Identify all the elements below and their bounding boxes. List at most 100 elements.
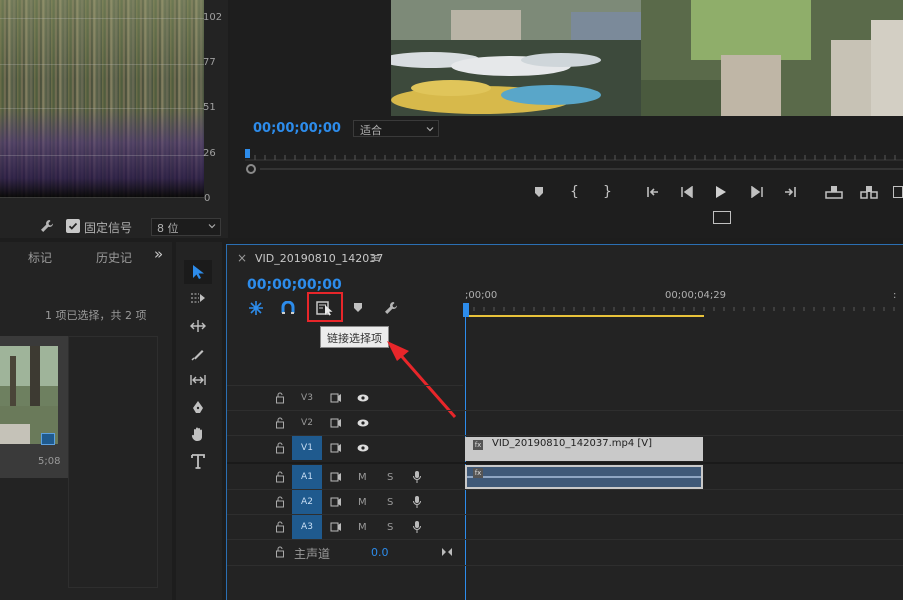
track-select-tool[interactable] [184, 286, 212, 310]
lock-icon[interactable] [275, 386, 285, 410]
sync-lock-icon[interactable] [330, 386, 342, 410]
mark-in-icon[interactable]: { [570, 184, 579, 200]
zoom-bar[interactable] [260, 168, 903, 170]
eye-icon[interactable] [357, 436, 369, 460]
tools-panel [176, 242, 222, 600]
track-header-v3[interactable]: V3 [227, 386, 463, 410]
timeline-ruler[interactable] [464, 303, 903, 317]
zoom-handle[interactable] [246, 164, 256, 174]
scope-toolbar: 固定信号 8 位 [0, 214, 228, 238]
ripple-edit-tool[interactable] [184, 314, 212, 338]
track-label: A2 [292, 490, 322, 514]
microphone-icon[interactable] [412, 515, 422, 539]
wrench-icon[interactable] [384, 301, 398, 315]
mute-button[interactable]: M [358, 515, 367, 539]
sequence-tab-title[interactable]: VID_20190810_142037 [255, 252, 383, 265]
eye-icon[interactable] [357, 411, 369, 435]
add-marker-icon[interactable] [533, 185, 545, 199]
mute-button[interactable]: M [358, 465, 367, 489]
selection-status: 1 项已选择，共 2 项 [45, 309, 147, 322]
clip-duration: 5;08 [38, 456, 61, 467]
master-track-header[interactable]: 主声道 0.0 [227, 540, 463, 564]
fixed-signal-label: 固定信号 [84, 221, 133, 235]
selection-tool[interactable] [184, 260, 212, 284]
lock-icon[interactable] [275, 411, 285, 435]
fixed-signal-checkbox[interactable] [66, 219, 80, 233]
solo-button[interactable]: S [387, 515, 393, 539]
ruler-end-label: : [893, 290, 897, 301]
close-sequence-icon[interactable]: × [237, 251, 247, 265]
timeline-timecode[interactable]: 00;00;00;00 [247, 277, 342, 293]
pen-tool[interactable] [184, 396, 212, 420]
program-timecode[interactable]: 00;00;00;00 [253, 121, 341, 136]
linked-selection-icon[interactable] [316, 300, 334, 316]
go-to-out-icon[interactable] [783, 186, 797, 198]
microphone-icon[interactable] [412, 490, 422, 514]
solo-button[interactable]: S [387, 490, 393, 514]
program-time-ruler[interactable] [245, 148, 903, 162]
track-label: V2 [301, 418, 313, 428]
track-header-v2[interactable]: V2 [227, 411, 463, 435]
lock-icon[interactable] [275, 465, 285, 489]
magnet-icon[interactable] [281, 301, 295, 315]
play-icon[interactable] [715, 185, 727, 199]
extract-icon[interactable] [860, 185, 878, 199]
track-header-a1[interactable]: A1 M S [227, 465, 463, 489]
safe-margins-icon[interactable] [713, 211, 731, 224]
panel-more-icon[interactable]: » [154, 245, 163, 263]
eye-icon[interactable] [357, 386, 369, 410]
mark-out-icon[interactable]: } [603, 184, 612, 200]
export-frame-icon[interactable] [893, 186, 903, 198]
master-collapse-icon[interactable] [441, 540, 453, 564]
sync-lock-icon[interactable] [330, 411, 342, 435]
lock-icon[interactable] [275, 436, 285, 460]
tab-markers[interactable]: 标记 [28, 249, 52, 266]
type-tool[interactable] [184, 449, 212, 473]
sequence-menu-icon[interactable]: ≡ [370, 251, 381, 266]
track-label: V3 [301, 393, 313, 403]
sequence-badge-icon [41, 433, 55, 445]
go-to-in-icon[interactable] [646, 186, 660, 198]
tooltip-text: 链接选择项 [327, 332, 382, 345]
track-header-a2[interactable]: A2 M S [227, 490, 463, 514]
lock-icon[interactable] [275, 490, 285, 514]
sync-lock-icon[interactable] [330, 436, 342, 460]
scope-tick: 102 [203, 12, 223, 23]
snap-icon[interactable] [248, 300, 264, 316]
slip-tool[interactable] [184, 368, 212, 392]
fit-select[interactable]: 适合 [353, 120, 439, 137]
lift-icon[interactable] [825, 185, 843, 199]
track-header-a3[interactable]: A3 M S [227, 515, 463, 539]
audio-clip[interactable]: fx [465, 465, 703, 489]
master-label: 主声道 [294, 547, 331, 561]
track-header-v1[interactable]: V1 [227, 436, 463, 460]
mute-button[interactable]: M [358, 490, 367, 514]
add-marker-icon[interactable] [353, 302, 363, 314]
clip-thumbnail [0, 346, 58, 444]
fit-select-value: 适合 [360, 124, 382, 137]
program-monitor: 00;00;00;00 适合 { } [230, 0, 903, 238]
tab-history[interactable]: 历史记 [96, 249, 132, 266]
clip-thumbnail-card[interactable]: 5;08 [0, 336, 68, 478]
lock-icon[interactable] [275, 540, 285, 564]
bit-depth-select[interactable]: 8 位 [151, 218, 221, 236]
sync-lock-icon[interactable] [330, 490, 342, 514]
ruler-start-label: ;00;00 [465, 290, 498, 301]
ruler-mid-label: 00;00;04;29 [665, 290, 727, 301]
master-volume-value[interactable]: 0.0 [371, 546, 389, 559]
step-back-icon[interactable] [680, 186, 694, 198]
sync-lock-icon[interactable] [330, 515, 342, 539]
scope-tick: 26 [203, 148, 216, 159]
hand-tool[interactable] [184, 422, 212, 446]
scope-tick: 77 [203, 57, 216, 68]
bit-depth-value: 8 位 [157, 222, 179, 235]
playhead-handle[interactable] [463, 303, 469, 317]
step-forward-icon[interactable] [750, 186, 764, 198]
lock-icon[interactable] [275, 515, 285, 539]
microphone-icon[interactable] [412, 465, 422, 489]
razor-tool[interactable] [184, 342, 212, 366]
video-clip[interactable]: fx VID_20190810_142037.mp4 [V] [465, 437, 703, 461]
sync-lock-icon[interactable] [330, 465, 342, 489]
solo-button[interactable]: S [387, 465, 393, 489]
wrench-icon[interactable] [40, 219, 54, 233]
